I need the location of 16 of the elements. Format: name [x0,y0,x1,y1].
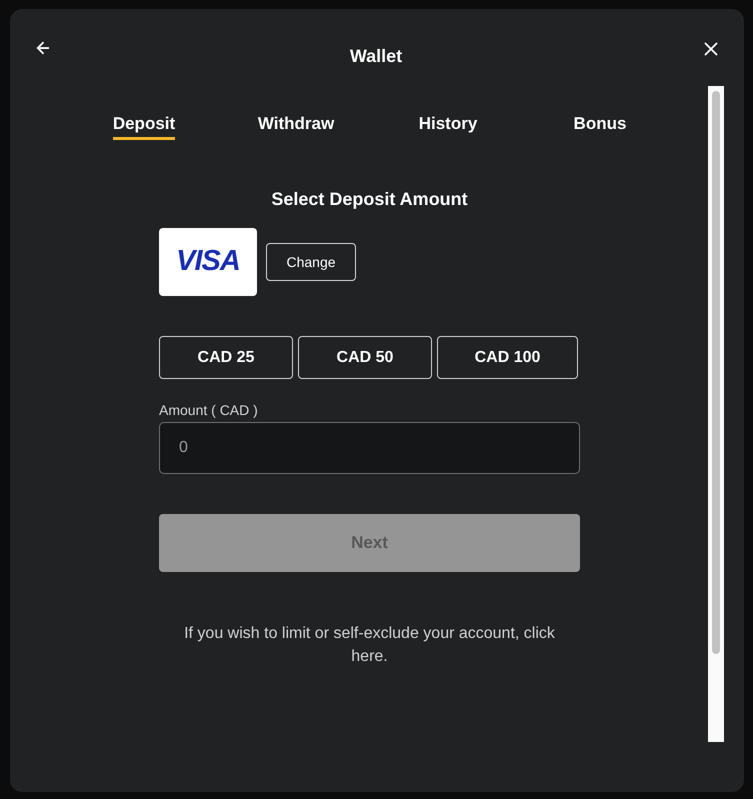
amount-button[interactable]: CAD 100 [437,336,578,379]
tab[interactable]: Deposit [112,112,176,140]
window-title: Wallet [350,45,402,68]
back-icon[interactable] [34,40,52,56]
self-exclusion-note: If you wish to limit or self-exclude your account, click here. [183,624,556,667]
field-label: Amount ( CAD ) [159,401,258,420]
change-button[interactable]: Change [266,243,356,281]
tab[interactable]: Withdraw [258,112,334,140]
tab[interactable]: History [418,112,478,140]
amount-button[interactable]: CAD 25 [159,336,293,379]
amount-button[interactable]: CAD 50 [298,336,432,379]
section-heading: Select Deposit Amount [270,188,469,211]
card-brand-logo: VISA [159,228,257,296]
scrollbar-thumb[interactable] [712,91,720,654]
amount-input[interactable]: 0 [159,422,580,474]
tab[interactable]: Bonus [574,112,626,140]
